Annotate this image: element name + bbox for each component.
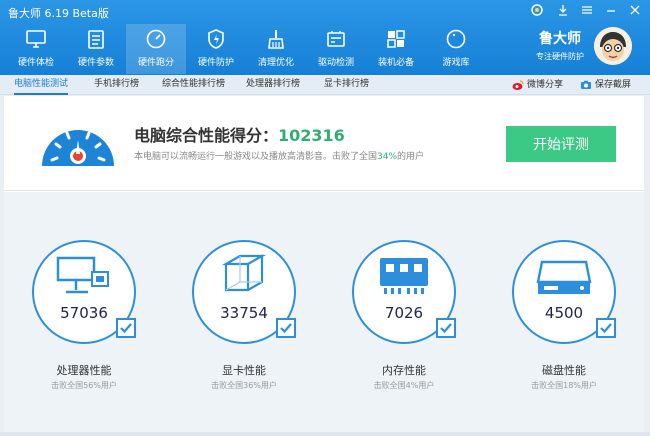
memory-subtitle: 击败全国4%用户	[373, 381, 435, 390]
cpu-card[interactable]: 57036 处理器性能 击败全国56%用户	[4, 192, 164, 432]
score-desc-percent: 34%	[377, 152, 398, 162]
broom-icon	[268, 30, 284, 49]
brand-name: 鲁大师	[539, 31, 581, 47]
weibo-share-label: 微博分享	[527, 79, 564, 90]
avatar[interactable]	[594, 27, 632, 65]
sub-tab-bar: 电脑性能测试 手机排行榜 综合性能排行榜 处理器排行榜 显卡排行榜 微博分享 保…	[0, 75, 650, 95]
nav-hardware-params[interactable]: 硬件参数	[66, 24, 126, 74]
nav-games[interactable]: 游戏库	[426, 24, 486, 74]
tab-pc-performance[interactable]: 电脑性能测试	[14, 75, 69, 95]
save-screenshot-label: 保存截屏	[595, 79, 632, 90]
menu-icon[interactable]	[576, 3, 598, 21]
score-value: 102316	[278, 126, 345, 145]
nav-driver[interactable]: 驱动检测	[306, 24, 366, 74]
download-icon[interactable]	[552, 3, 574, 21]
title-bar: 鲁大师 6.19 Beta版 硬件体检 硬件参数 硬件跑分 硬件防护 清理优化 …	[0, 0, 650, 75]
gpu-title: 显卡性能	[222, 364, 266, 377]
driver-icon	[327, 31, 345, 47]
gamepad-icon	[446, 29, 466, 49]
start-benchmark-button[interactable]: 开始评测	[506, 126, 616, 162]
nav-label: 硬件防护	[197, 58, 234, 68]
nav-label: 清理优化	[257, 58, 294, 68]
main-nav: 硬件体检 硬件参数 硬件跑分 硬件防护 清理优化 驱动检测 装机必备 游戏库	[6, 24, 486, 74]
nav-benchmark[interactable]: 硬件跑分	[126, 24, 186, 74]
memory-title: 内存性能	[382, 364, 426, 377]
main-panel: 电脑综合性能得分：102316 本电脑可以流畅运行一般游戏以及播放高清影音。击败…	[4, 96, 644, 432]
score-desc-prefix: 本电脑可以流畅运行一般游戏以及播放高清影音。击败了全国	[134, 152, 378, 162]
nav-essentials[interactable]: 装机必备	[366, 24, 426, 74]
minimize-icon[interactable]	[600, 3, 622, 21]
app-title: 鲁大师 6.19 Beta版	[8, 7, 109, 20]
gpu-subtitle: 击败全国36%用户	[211, 381, 277, 390]
nav-label: 游戏库	[442, 58, 470, 68]
memory-card[interactable]: 7026 内存性能 击败全国4%用户	[324, 192, 484, 432]
gpu-cube-icon	[221, 254, 267, 292]
nav-hardware-check[interactable]: 硬件体检	[6, 24, 66, 74]
disk-checkbox[interactable]	[596, 318, 616, 338]
memory-icon	[380, 258, 428, 294]
score-description: 本电脑可以流畅运行一般游戏以及播放高清影音。击败了全国34%的用户	[134, 149, 424, 162]
camera-icon	[581, 80, 591, 89]
check-icon	[440, 323, 452, 334]
nav-label: 驱动检测	[317, 58, 354, 68]
tab-gpu-ranking[interactable]: 显卡排行榜	[324, 75, 369, 95]
shield-icon	[208, 29, 224, 49]
brand: 鲁大师 专注硬件防护	[525, 28, 595, 62]
nav-protection[interactable]: 硬件防护	[186, 24, 246, 74]
score-label: 电脑综合性能得分：	[134, 126, 279, 145]
check-icon	[600, 323, 612, 334]
nav-label: 硬件跑分	[137, 58, 174, 68]
nav-cleanup[interactable]: 清理优化	[246, 24, 306, 74]
score-title: 电脑综合性能得分：102316	[134, 122, 345, 146]
apps-grid-icon	[387, 30, 405, 48]
check-icon	[120, 323, 132, 334]
weibo-icon	[512, 79, 524, 90]
clipboard-icon	[88, 30, 104, 49]
nav-label: 装机必备	[377, 58, 414, 68]
tab-overall-ranking[interactable]: 综合性能排行榜	[162, 75, 225, 95]
check-icon	[280, 323, 292, 334]
cpu-icon	[56, 256, 109, 294]
nav-label: 硬件体检	[17, 58, 54, 68]
tab-phone-ranking[interactable]: 手机排行榜	[94, 75, 139, 95]
tab-cpu-ranking[interactable]: 处理器排行榜	[246, 75, 300, 95]
disk-icon	[536, 260, 592, 294]
speedometer-icon	[146, 29, 166, 49]
weibo-share-button[interactable]: 微博分享	[512, 75, 563, 95]
disk-subtitle: 击败全国18%用户	[531, 381, 597, 390]
skin-icon[interactable]	[526, 3, 548, 21]
score-desc-suffix: 的用户	[397, 152, 425, 162]
score-area: 电脑综合性能得分：102316 本电脑可以流畅运行一般游戏以及播放高清影音。击败…	[4, 96, 644, 192]
gauge-icon	[42, 130, 114, 166]
bottom-border	[0, 432, 650, 436]
memory-checkbox[interactable]	[436, 318, 456, 338]
cpu-title: 处理器性能	[56, 364, 112, 377]
category-cards: 57036 处理器性能 击败全国56%用户 33754 显卡性能 击败全国36%…	[4, 192, 644, 432]
monitor-icon	[26, 30, 46, 48]
divider	[4, 190, 644, 191]
gpu-card[interactable]: 33754 显卡性能 击败全国36%用户	[164, 192, 324, 432]
disk-card[interactable]: 4500 磁盘性能 击败全国18%用户	[484, 192, 644, 432]
disk-title: 磁盘性能	[542, 364, 586, 377]
cpu-subtitle: 击败全国56%用户	[51, 381, 117, 390]
save-screenshot-button[interactable]: 保存截屏	[580, 75, 631, 95]
nav-label: 硬件参数	[77, 58, 114, 68]
brand-subtitle: 专注硬件防护	[536, 52, 584, 61]
close-icon[interactable]	[624, 3, 646, 21]
cpu-checkbox[interactable]	[116, 318, 136, 338]
gpu-checkbox[interactable]	[276, 318, 296, 338]
